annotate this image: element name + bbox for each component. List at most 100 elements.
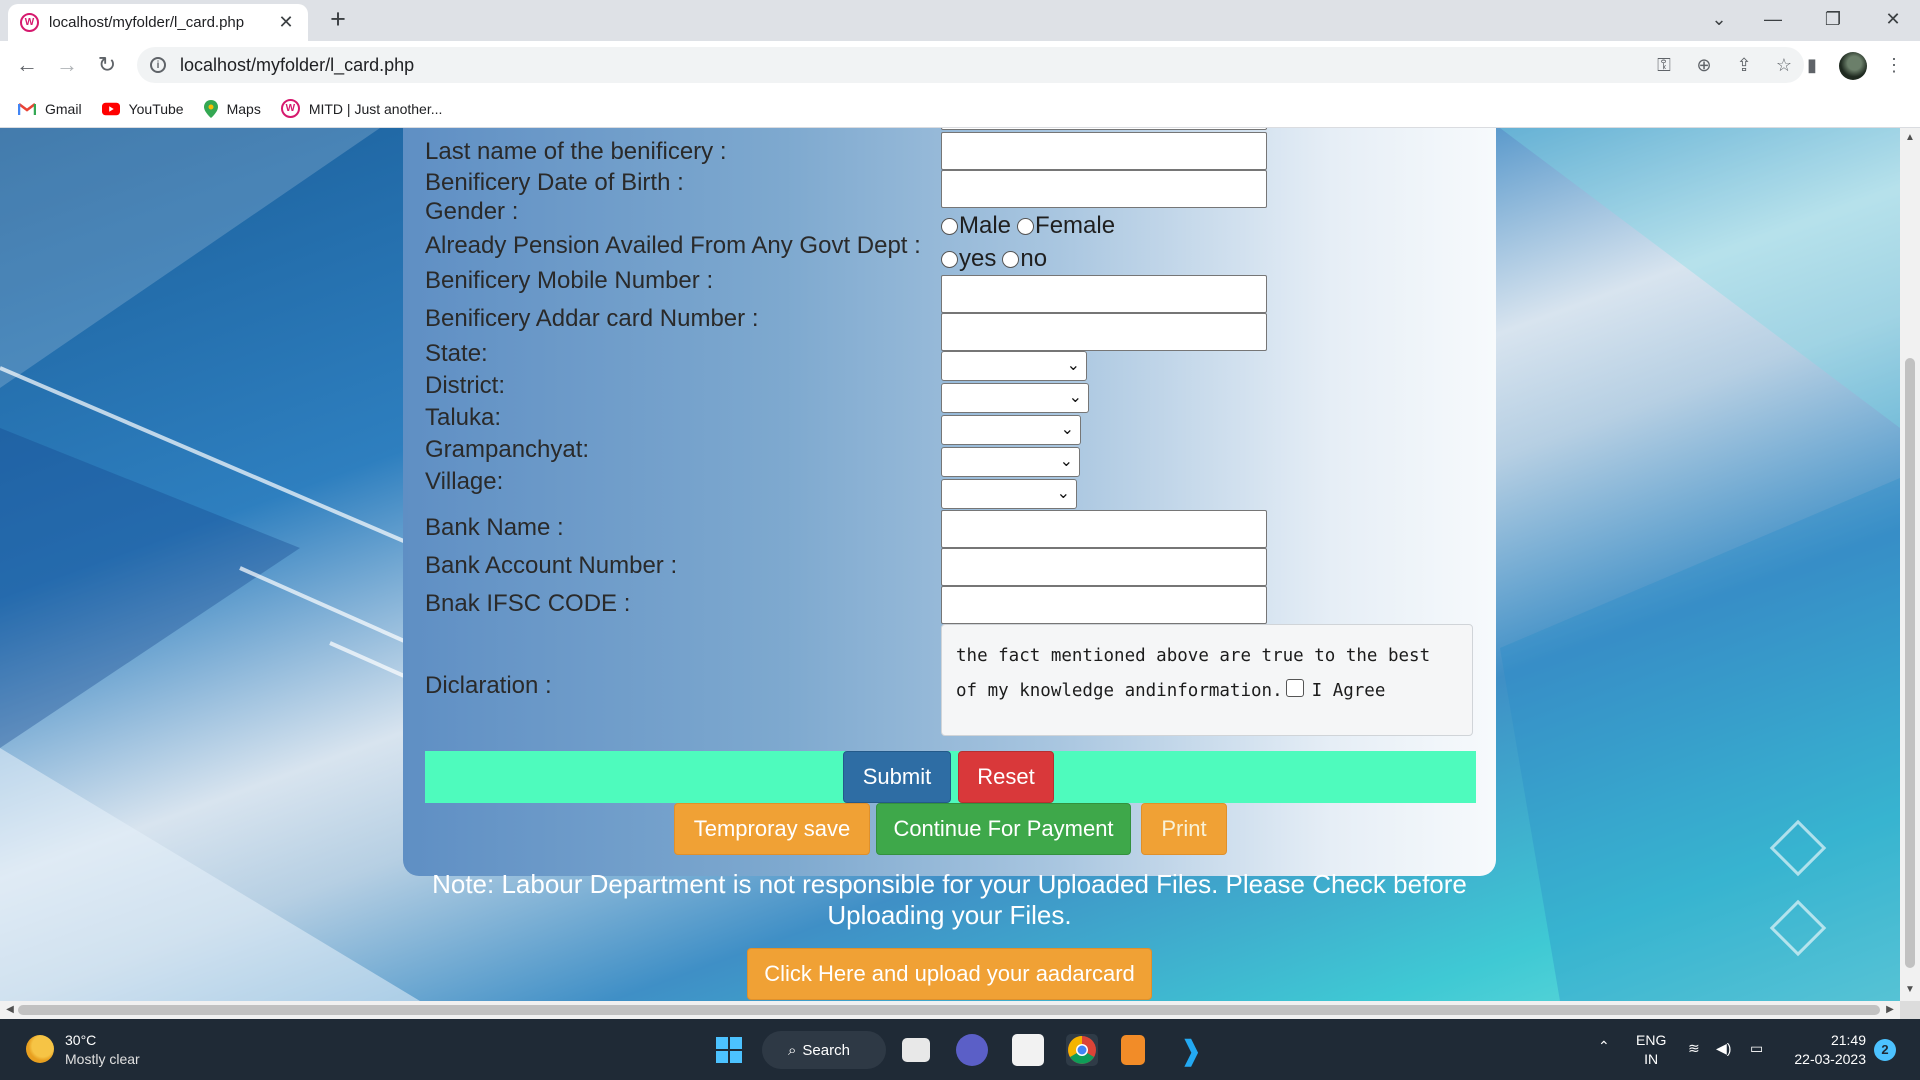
dob-label: Benificery Date of Birth :	[425, 169, 684, 196]
restore-icon[interactable]: ❐	[1813, 0, 1853, 38]
maps-pin-icon	[203, 99, 218, 118]
bookmark-mitd[interactable]: W MITD | Just another...	[280, 99, 442, 118]
search-icon: ⌕	[788, 1041, 797, 1059]
state-select[interactable]: ⌄	[941, 351, 1087, 381]
teams-chat-icon[interactable]	[956, 1034, 988, 1066]
site-favicon-icon: W	[20, 13, 39, 32]
tab-close-icon[interactable]: ✕	[276, 12, 296, 33]
gender-radio-group: Male Female	[941, 212, 1121, 240]
bookmark-gmail[interactable]: Gmail	[18, 101, 82, 117]
submit-button[interactable]: Submit	[843, 751, 951, 803]
url-text[interactable]: localhost/myfolder/l_card.php	[180, 55, 414, 76]
account-input[interactable]	[941, 548, 1267, 586]
mitd-favicon-icon: W	[280, 99, 300, 118]
print-button[interactable]: Print	[1141, 803, 1227, 855]
weather-description[interactable]: Mostly clear	[65, 1051, 140, 1067]
windows-start-icon[interactable]	[713, 1034, 745, 1066]
battery-icon[interactable]: ▭	[1750, 1039, 1763, 1058]
chevron-down-icon: ⌄	[1066, 357, 1080, 374]
grampanchayat-select[interactable]: ⌄	[941, 447, 1080, 477]
declaration-text-line2: of my knowledge andinformation. I Agree	[956, 674, 1458, 709]
partial-input-field[interactable]	[941, 128, 1267, 130]
profile-avatar[interactable]	[1839, 52, 1867, 80]
tab-title: localhost/myfolder/l_card.php	[49, 14, 245, 31]
bookmark-youtube[interactable]: YouTube	[101, 100, 184, 117]
minimize-icon[interactable]: —	[1753, 0, 1793, 38]
browser-tab[interactable]: W localhost/myfolder/l_card.php ✕	[8, 4, 308, 41]
pension-no-radio[interactable]	[1002, 250, 1020, 268]
declaration-text-line1: the fact mentioned above are true to the…	[956, 646, 1431, 666]
vscode-icon[interactable]: ❱	[1175, 1034, 1207, 1066]
scroll-up-icon[interactable]: ▲	[1900, 132, 1920, 143]
bank-name-input[interactable]	[941, 510, 1267, 548]
close-window-icon[interactable]: ✕	[1873, 0, 1913, 38]
youtube-icon	[101, 102, 120, 115]
ifsc-input[interactable]	[941, 586, 1267, 624]
village-select[interactable]: ⌄	[941, 479, 1077, 509]
wifi-icon[interactable]: ≋	[1688, 1039, 1700, 1058]
aadhar-input[interactable]	[941, 313, 1267, 351]
tab-search-chevron-icon[interactable]: ⌄	[1699, 0, 1739, 38]
share-icon[interactable]: ⇪	[1724, 55, 1764, 76]
scroll-left-icon[interactable]: ◀	[0, 1004, 20, 1015]
bookmark-star-icon[interactable]: ☆	[1764, 55, 1804, 76]
weather-moon-icon[interactable]	[26, 1035, 54, 1063]
horizontal-scroll-thumb[interactable]	[18, 1005, 1880, 1015]
scroll-right-icon[interactable]: ▶	[1880, 1004, 1900, 1015]
bookmark-label: YouTube	[128, 100, 184, 117]
temporary-save-button[interactable]: Temproray save	[674, 803, 870, 855]
notification-badge[interactable]: 2	[1874, 1039, 1896, 1061]
chrome-icon[interactable]	[1066, 1034, 1098, 1066]
weather-temperature[interactable]: 30°C	[65, 1032, 96, 1048]
volume-icon[interactable]: ◀)	[1716, 1039, 1731, 1058]
windows-logo-icon	[716, 1037, 742, 1063]
declaration-box: the fact mentioned above are true to the…	[941, 624, 1473, 736]
taluka-label: Taluka:	[425, 404, 502, 431]
site-info-icon[interactable]: i	[150, 57, 166, 73]
tray-chevron-up-icon[interactable]: ⌃	[1598, 1037, 1610, 1056]
menu-icon[interactable]: ⋮	[1883, 55, 1905, 77]
taskbar-search[interactable]: ⌕ Search	[762, 1031, 886, 1069]
bookmark-label: Maps	[226, 100, 261, 117]
sublime-text-icon[interactable]	[1121, 1035, 1145, 1065]
reload-icon[interactable]: ↻	[92, 50, 122, 80]
reset-button[interactable]: Reset	[958, 751, 1054, 803]
ifsc-label: Bnak IFSC CODE :	[425, 590, 631, 617]
district-select[interactable]: ⌄	[941, 383, 1089, 413]
chevron-down-icon: ⌄	[1056, 485, 1070, 502]
upload-aadhar-button[interactable]: Click Here and upload your aadarcard	[747, 948, 1152, 1000]
gender-female-label: Female	[1035, 212, 1116, 239]
gender-male-radio[interactable]	[941, 217, 958, 235]
chevron-down-icon: ⌄	[1060, 421, 1074, 438]
clock-date: 22-03-2023	[1794, 1051, 1866, 1067]
clock[interactable]: 21:49 22-03-2023	[1784, 1031, 1866, 1069]
file-explorer-icon[interactable]	[1012, 1034, 1044, 1066]
horizontal-scrollbar[interactable]: ◀ ▶	[0, 1001, 1900, 1019]
gender-female-radio[interactable]	[1017, 217, 1035, 235]
mobile-input[interactable]	[941, 275, 1267, 313]
gmail-icon	[18, 102, 36, 115]
declaration-text: of my knowledge andinformation.	[956, 681, 1283, 701]
new-tab-button[interactable]: +	[324, 5, 352, 33]
task-view-icon[interactable]	[902, 1038, 930, 1062]
continue-payment-button[interactable]: Continue For Payment	[876, 803, 1131, 855]
key-icon[interactable]: ⚿	[1644, 55, 1684, 76]
taluka-select[interactable]: ⌄	[941, 415, 1081, 445]
back-icon[interactable]: ←	[12, 50, 42, 80]
dob-input[interactable]	[941, 170, 1267, 208]
scroll-down-icon[interactable]: ▼	[1900, 984, 1920, 995]
language-indicator[interactable]: ENG IN	[1636, 1031, 1666, 1069]
forward-icon[interactable]: →	[52, 50, 82, 80]
account-label: Bank Account Number :	[425, 552, 678, 579]
form-card: Last name of the benificery : Benificery…	[403, 128, 1496, 876]
bookmark-maps[interactable]: Maps	[203, 99, 261, 118]
scrollbar-corner	[1900, 1001, 1920, 1019]
vertical-scroll-thumb[interactable]	[1905, 358, 1915, 968]
pension-yes-radio[interactable]	[941, 250, 958, 268]
last-name-input[interactable]	[941, 132, 1267, 170]
side-panel-icon[interactable]: ▮	[1801, 55, 1823, 77]
address-bar[interactable]: i localhost/myfolder/l_card.php ⚿ ⊕ ⇪ ☆	[137, 47, 1804, 83]
agree-checkbox[interactable]	[1285, 679, 1304, 697]
zoom-icon[interactable]: ⊕	[1684, 55, 1724, 76]
vertical-scrollbar[interactable]: ▲ ▼	[1900, 128, 1920, 1001]
